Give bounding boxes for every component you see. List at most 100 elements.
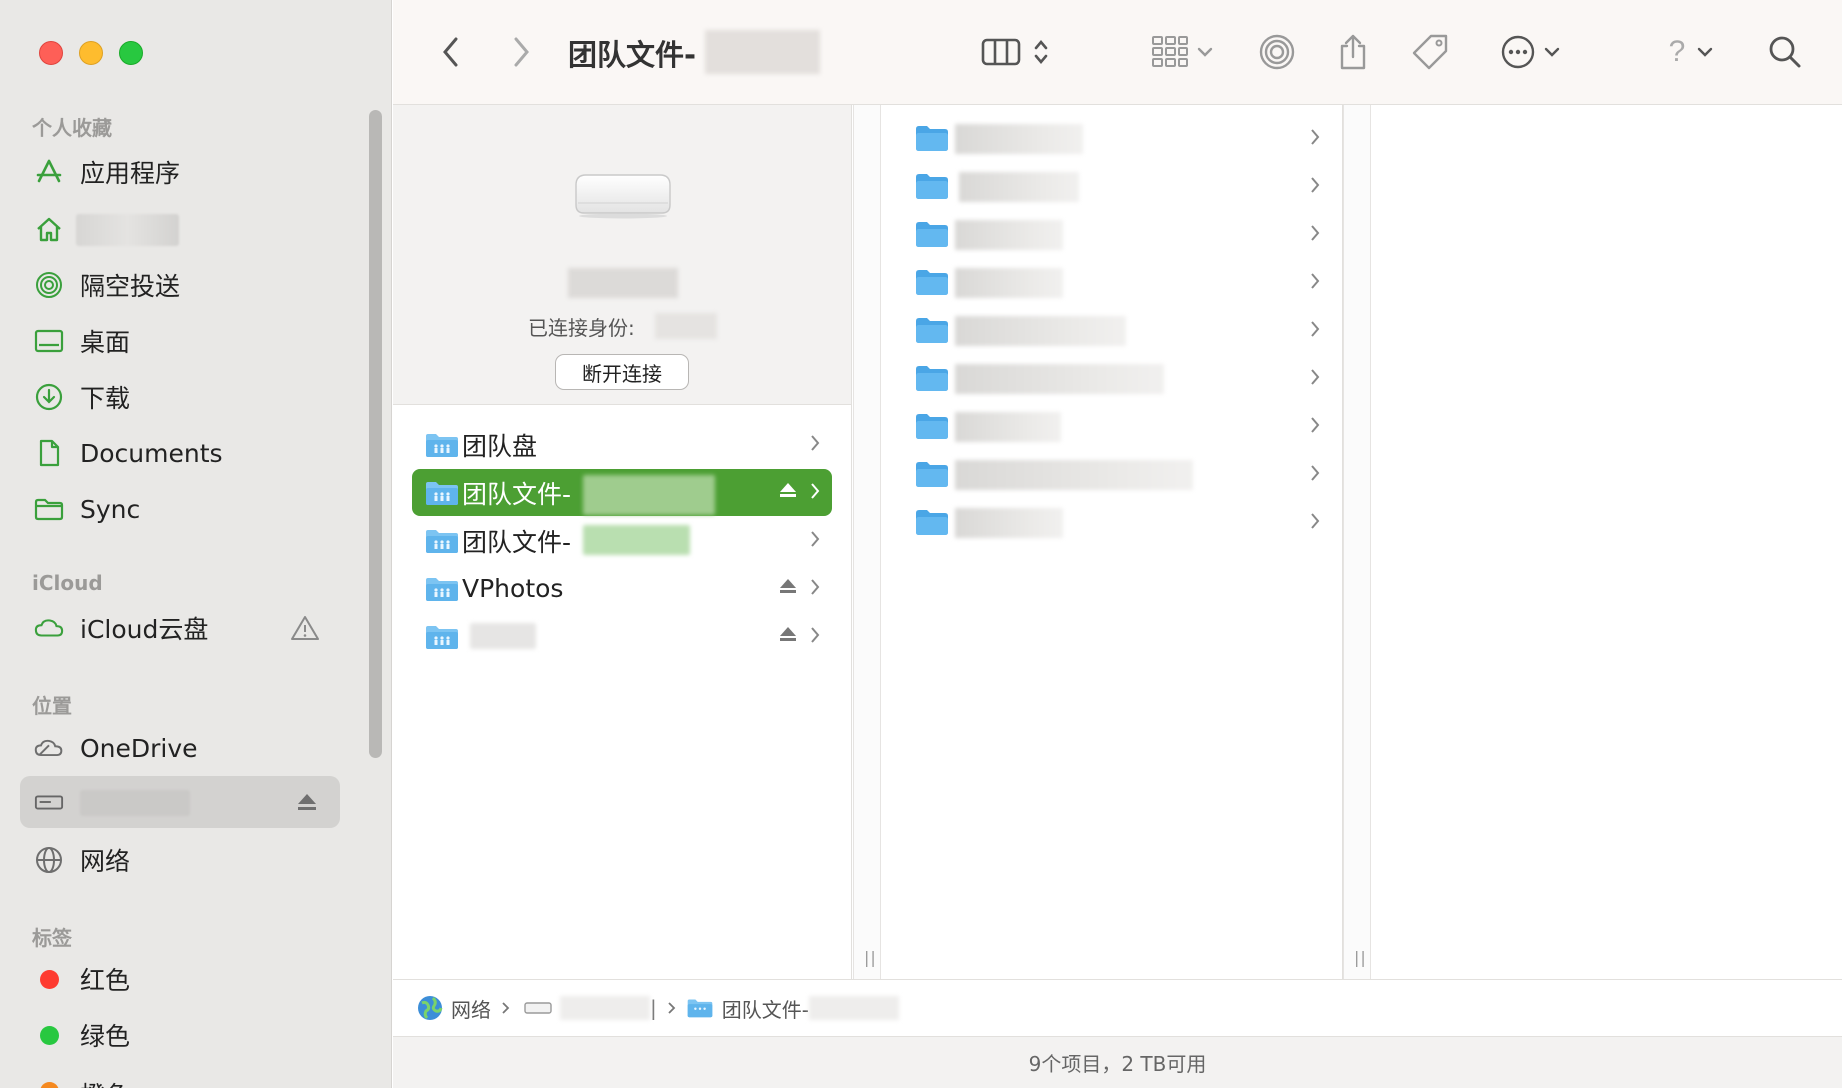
disconnect-button[interactable]: 断开连接	[555, 354, 689, 390]
folder-row[interactable]	[910, 216, 1320, 256]
question-mark-icon: ?	[1668, 35, 1686, 68]
green-tag-dot-icon	[34, 1021, 64, 1049]
chevron-right-icon	[810, 626, 820, 644]
column-preview	[1371, 105, 1842, 979]
drive-label-redacted	[80, 790, 190, 816]
folder-row[interactable]	[910, 360, 1320, 400]
share-item[interactable]: 团队文件-	[412, 517, 832, 564]
chevron-right-icon	[1310, 320, 1320, 338]
more-actions-button[interactable]	[1495, 30, 1565, 74]
sidebar-item-home[interactable]	[20, 203, 340, 255]
help-button[interactable]: ?	[1663, 30, 1719, 74]
server-device-icon	[568, 169, 678, 219]
ellipsis-circle-icon	[1500, 34, 1536, 70]
section-icloud: iCloud	[32, 571, 103, 595]
folder-row[interactable]	[910, 264, 1320, 304]
path-current-folder[interactable]: 团队文件-	[722, 994, 809, 1023]
chevron-right-icon	[1310, 464, 1320, 482]
toolbar: 团队文件- ?	[393, 0, 1842, 105]
resize-grip-icon: ||	[1354, 948, 1367, 967]
network-globe-icon	[34, 846, 64, 874]
shared-folder-icon	[424, 528, 460, 554]
tag-button[interactable]	[1408, 30, 1452, 74]
sidebar-item-airdrop[interactable]: 隔空投送	[20, 259, 340, 311]
sidebar-item-label: OneDrive	[80, 733, 198, 763]
back-button[interactable]	[433, 30, 469, 74]
folder-name-redacted	[955, 220, 1063, 250]
minimize-window-button[interactable]	[79, 41, 103, 65]
sidebar-item-network[interactable]: 网络	[20, 834, 340, 886]
drive-icon	[524, 1000, 552, 1016]
folder-icon	[914, 364, 950, 392]
eject-icon[interactable]	[778, 625, 798, 643]
path-drive-redacted[interactable]	[560, 996, 650, 1020]
sidebar-item-label: iCloud云盘	[80, 615, 209, 644]
shared-folder-icon	[424, 432, 460, 458]
red-tag-dot-icon	[34, 965, 64, 993]
folder-row[interactable]	[910, 504, 1320, 544]
share-item-selected[interactable]: 团队文件-	[412, 469, 832, 516]
folder-row[interactable]	[910, 168, 1320, 208]
share-label: 团队盘	[462, 431, 538, 461]
section-favorites: 个人收藏	[32, 116, 112, 140]
chevron-right-icon	[1310, 272, 1320, 290]
forward-button[interactable]	[503, 30, 539, 74]
sidebar-item-label: 桌面	[80, 328, 131, 357]
column-resize-handle[interactable]: ||	[1343, 105, 1371, 979]
eject-icon[interactable]	[296, 792, 318, 812]
sidebar-tag-orange[interactable]: 橙色	[20, 1064, 340, 1088]
sidebar-scrollbar[interactable]	[369, 110, 382, 758]
path-network[interactable]: 网络	[451, 994, 491, 1023]
downloads-icon	[34, 383, 64, 411]
server-info-card: 已连接身份: 断开连接	[393, 105, 851, 405]
share-item[interactable]	[412, 613, 832, 660]
close-window-button[interactable]	[39, 41, 63, 65]
group-by-button[interactable]	[1145, 30, 1219, 74]
share-button[interactable]	[1333, 30, 1373, 74]
tag-dot	[39, 1025, 59, 1045]
folder-icon	[914, 508, 950, 536]
eject-icon[interactable]	[778, 481, 798, 499]
tag-icon	[1411, 33, 1449, 71]
sidebar-tag-red[interactable]: 红色	[20, 953, 340, 1005]
sidebar-item-server-drive[interactable]	[20, 776, 340, 828]
share-label: 团队文件-	[462, 527, 572, 557]
sidebar-item-onedrive[interactable]: OneDrive	[20, 722, 340, 774]
sidebar-item-applications[interactable]: 应用程序	[20, 146, 340, 198]
zoom-window-button[interactable]	[119, 41, 143, 65]
search-icon	[1768, 35, 1802, 69]
share-item[interactable]: 团队盘	[412, 421, 832, 468]
column-resize-handle[interactable]: ||	[853, 105, 881, 979]
folder-icon	[34, 495, 64, 523]
folder-row[interactable]	[910, 408, 1320, 448]
sidebar-tag-green[interactable]: 绿色	[20, 1009, 340, 1061]
search-button[interactable]	[1765, 30, 1805, 74]
share-item[interactable]: VPhotos	[412, 565, 832, 612]
section-tags: 标签	[32, 926, 72, 950]
folder-row[interactable]	[910, 456, 1320, 496]
sidebar-item-downloads[interactable]: 下载	[20, 371, 340, 423]
sidebar-item-icloud-drive[interactable]: iCloud云盘	[20, 602, 340, 654]
eject-icon[interactable]	[778, 577, 798, 595]
sidebar-item-label: Documents	[80, 438, 223, 468]
warning-icon[interactable]	[290, 614, 320, 642]
folder-row[interactable]	[910, 120, 1320, 160]
sidebar-item-label: 隔空投送	[80, 272, 181, 301]
sidebar-item-desktop[interactable]: 桌面	[20, 315, 340, 367]
airdrop-button[interactable]	[1257, 30, 1297, 74]
airdrop-icon	[1258, 33, 1296, 71]
desktop-icon	[34, 327, 64, 355]
share-name-redacted	[583, 475, 715, 515]
share-label: VPhotos	[462, 574, 564, 603]
sidebar: 个人收藏 应用程序 隔空投送 桌面 下载 Documents Sync iClo…	[0, 0, 392, 1088]
share-name-redacted	[583, 525, 690, 555]
view-mode-button[interactable]	[975, 30, 1055, 74]
chevron-right-icon	[1310, 224, 1320, 242]
home-icon	[34, 215, 64, 243]
sidebar-item-documents[interactable]: Documents	[20, 427, 340, 479]
sidebar-item-sync[interactable]: Sync	[20, 483, 340, 535]
path-bar: 网络 | 团队文件-	[393, 979, 1842, 1036]
tag-dot	[39, 1081, 59, 1088]
folder-row[interactable]	[910, 312, 1320, 352]
chevron-down-icon	[1544, 46, 1560, 58]
